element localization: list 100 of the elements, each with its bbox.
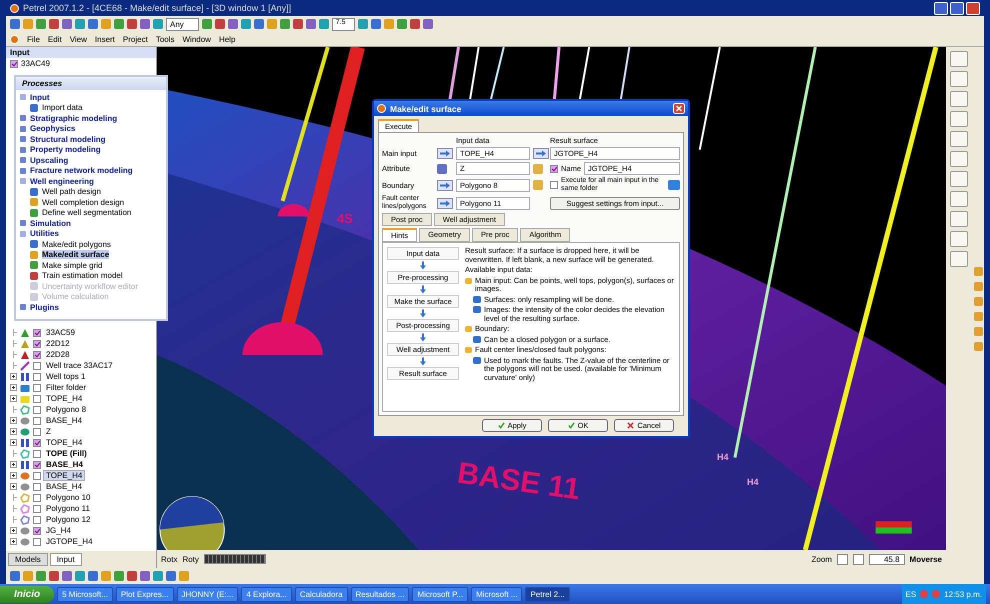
tool-icon[interactable]	[266, 19, 277, 29]
close-button[interactable]	[966, 2, 980, 14]
tool-icon[interactable]	[228, 19, 238, 29]
tool-icon[interactable]	[950, 51, 968, 67]
process-group[interactable]: Plugins	[30, 302, 59, 312]
zoom-out-button[interactable]	[836, 554, 848, 564]
taskbar-button[interactable]: Microsoft P...	[412, 586, 468, 602]
process-item[interactable]: Well path design	[42, 187, 101, 196]
checkbox[interactable]	[33, 526, 41, 534]
tree-item[interactable]: Well trace 33AC17	[44, 361, 115, 370]
checkbox[interactable]	[33, 340, 41, 348]
menu-item[interactable]: Help	[218, 34, 236, 44]
minimize-button[interactable]	[934, 2, 948, 14]
checkbox[interactable]	[33, 406, 41, 414]
tool-icon[interactable]	[950, 131, 968, 147]
process-item[interactable]: Define well segmentation	[42, 208, 132, 218]
checkbox[interactable]	[10, 60, 18, 68]
checkbox[interactable]	[33, 450, 41, 458]
tool-icon[interactable]	[950, 151, 968, 167]
tool-icon[interactable]	[384, 19, 394, 29]
menu-item[interactable]: Window	[182, 34, 211, 44]
checkbox[interactable]	[33, 350, 41, 358]
tool-icon[interactable]	[950, 171, 968, 187]
tree-item[interactable]: Filter folder	[44, 383, 88, 392]
tool-icon[interactable]	[950, 71, 968, 87]
taskbar-button[interactable]: Petrel 2...	[525, 586, 570, 602]
help-button[interactable]	[668, 180, 680, 190]
tool-icon[interactable]	[950, 251, 968, 267]
menu-item[interactable]: File	[27, 34, 40, 44]
tool-icon[interactable]	[950, 231, 968, 247]
tree-item[interactable]: Polygono 11	[44, 504, 92, 513]
start-button[interactable]: Inicio	[0, 586, 54, 602]
checkbox[interactable]	[33, 538, 41, 546]
process-group[interactable]: Property modeling	[30, 145, 101, 154]
drop-arrow-button[interactable]	[437, 180, 453, 190]
panel-tab[interactable]: Input	[50, 553, 82, 566]
tool-icon[interactable]	[306, 19, 316, 29]
tree-item[interactable]: TOPE_H4	[44, 438, 84, 447]
checkbox[interactable]	[33, 504, 41, 512]
taskbar-button[interactable]: Calculadora	[294, 586, 348, 602]
process-group[interactable]: Structural modeling	[30, 134, 106, 144]
drop-arrow-button[interactable]	[437, 198, 453, 208]
process-group[interactable]: Input	[30, 92, 50, 102]
taskbar-button[interactable]: 4 Explora...	[241, 586, 292, 602]
menu-item[interactable]: Tools	[156, 34, 174, 44]
menu-item[interactable]: Insert	[94, 34, 115, 44]
tool-icon[interactable]	[950, 191, 968, 207]
tree-item[interactable]: Polygono 12	[44, 515, 92, 524]
tree-item[interactable]: JGTOPE_H4	[44, 537, 95, 546]
checkbox[interactable]	[33, 328, 41, 336]
menu-item[interactable]: View	[70, 34, 87, 44]
taskbar-button[interactable]: 5 Microsoft...	[57, 586, 113, 602]
tool-icon[interactable]	[318, 19, 329, 29]
zoom-field[interactable]: 45.8	[868, 554, 905, 564]
checkbox[interactable]	[33, 438, 41, 446]
tree-item[interactable]: 22D28	[44, 350, 72, 359]
tool-icon[interactable]	[422, 19, 433, 29]
tree-item[interactable]: Z	[44, 427, 53, 436]
process-group[interactable]: Stratigraphic modeling	[30, 114, 118, 123]
tool-icon[interactable]	[240, 19, 251, 29]
drop-arrow-button[interactable]	[437, 148, 453, 159]
tree-item[interactable]: JG_H4	[44, 526, 73, 535]
tool-icon[interactable]	[280, 19, 290, 29]
tree-item[interactable]: Well tops 1	[44, 372, 88, 381]
checkbox[interactable]	[33, 416, 41, 424]
tree-item[interactable]: 22D12	[44, 339, 72, 348]
menu-item[interactable]: Project	[122, 34, 148, 44]
tool-icon[interactable]	[292, 19, 303, 29]
process-group[interactable]: Simulation	[30, 218, 71, 228]
tool-icon[interactable]	[410, 19, 420, 29]
taskbar-button[interactable]: Microsoft ...	[471, 586, 522, 602]
filter-dropdown[interactable]: Any	[166, 18, 199, 30]
tree-item[interactable]: 33AC49	[21, 59, 50, 68]
maximize-button[interactable]	[950, 2, 964, 14]
taskbar-button[interactable]: Plot Expres...	[116, 586, 174, 602]
tool-icon[interactable]	[370, 19, 381, 29]
checkbox[interactable]	[33, 384, 41, 392]
tool-icon[interactable]	[202, 19, 212, 29]
panel-tab[interactable]: Models	[8, 553, 48, 566]
tree-item[interactable]: BASE_H4	[44, 416, 84, 425]
tree-item[interactable]: Polygono 10	[44, 493, 92, 502]
tree-item[interactable]: TOPE (Fill)	[44, 449, 89, 458]
process-item[interactable]: Well completion design	[42, 198, 124, 207]
process-group[interactable]: Fracture network modeling	[30, 166, 133, 176]
tree-item[interactable]: TOPE_H4	[44, 394, 84, 403]
process-item[interactable]: Make simple grid	[42, 260, 102, 270]
process-group[interactable]: Well engineering	[30, 176, 94, 186]
process-group[interactable]: Upscaling	[30, 156, 68, 165]
tool-icon[interactable]	[396, 19, 407, 29]
checkbox[interactable]	[550, 181, 558, 189]
tool-icon[interactable]	[950, 211, 968, 227]
tree-item[interactable]: Polygono 8	[44, 405, 88, 414]
tree-item[interactable]: TOPE_H4	[44, 471, 84, 480]
menu-item[interactable]: Edit	[48, 34, 62, 44]
checkbox[interactable]	[33, 394, 41, 402]
checkbox[interactable]	[33, 482, 41, 490]
tool-icon[interactable]	[214, 19, 225, 29]
drop-arrow-button[interactable]	[533, 148, 549, 159]
zoom-in-button[interactable]	[852, 554, 864, 564]
checkbox[interactable]	[33, 494, 41, 502]
